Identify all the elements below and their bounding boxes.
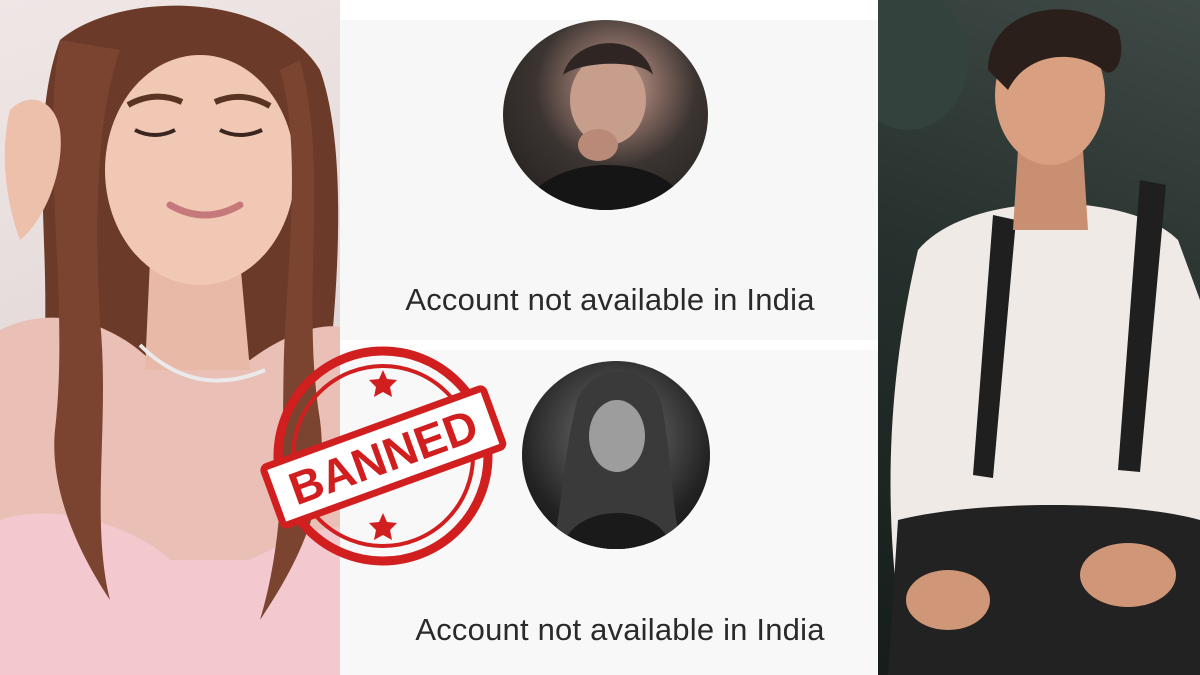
man-silhouette-icon	[523, 43, 688, 210]
woman-silhouette-icon	[552, 371, 682, 549]
profile-avatar-icon[interactable]	[503, 20, 708, 210]
blocked-account-card: Account not available in India	[340, 20, 880, 340]
banned-stamp: BANNED	[258, 338, 508, 573]
account-unavailable-text: Account not available in India	[415, 612, 825, 647]
profile-avatar-icon[interactable]	[522, 361, 710, 549]
stamp-label: BANNED	[282, 399, 485, 515]
right-person-photo	[878, 0, 1200, 675]
account-unavailable-text: Account not available in India	[405, 282, 815, 317]
banned-stamp-graphic: BANNED	[260, 346, 507, 566]
man-photo-illustration	[878, 0, 1200, 675]
